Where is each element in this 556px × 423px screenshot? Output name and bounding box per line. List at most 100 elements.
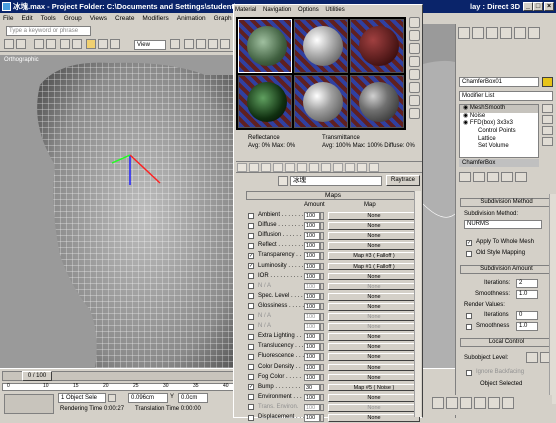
maps-scrollbar[interactable] [414, 191, 421, 417]
map-amount-field[interactable]: 100 [304, 252, 320, 260]
map-amount-field[interactable]: 100 [304, 212, 320, 220]
background-icon[interactable] [409, 43, 420, 54]
map-slot-button[interactable]: None [328, 343, 420, 352]
render-iterations-field[interactable]: 0 [516, 311, 538, 320]
map-amount-spinner[interactable] [320, 212, 324, 220]
utilities-tab-icon[interactable] [528, 27, 540, 39]
select-icon[interactable] [60, 39, 70, 49]
assign-material-icon[interactable] [261, 163, 271, 172]
maps-rollout-header[interactable]: Maps [246, 191, 420, 200]
maxscript-listener[interactable] [4, 394, 54, 414]
show-end-result-icon[interactable] [542, 137, 553, 146]
menu-utilities[interactable]: Utilities [325, 7, 344, 13]
minimize-button[interactable]: _ [523, 2, 533, 11]
reset-map-icon[interactable] [273, 163, 283, 172]
map-amount-field[interactable]: 100 [304, 353, 320, 361]
ignore-backfacing-checkbox[interactable] [466, 370, 472, 376]
mesh-object[interactable] [0, 55, 233, 368]
map-enable-checkbox[interactable] [248, 333, 254, 340]
scroll-up-icon[interactable] [542, 104, 553, 113]
menu-file[interactable]: File [3, 15, 13, 22]
map-slot-button[interactable]: None [328, 302, 420, 311]
lock-icon[interactable] [108, 394, 116, 402]
menu-views[interactable]: Views [90, 15, 107, 22]
sample-slot[interactable] [238, 19, 292, 73]
map-slot-button[interactable]: None [328, 323, 420, 331]
map-slot-button[interactable]: Map #5 ( Noise ) [328, 383, 420, 392]
map-enable-checkbox[interactable] [248, 313, 254, 320]
subdivision-amount-rollout[interactable]: Subdivision Amount [460, 265, 553, 274]
display-tab-icon[interactable] [514, 27, 526, 39]
map-slot-button[interactable]: None [328, 313, 420, 321]
map-enable-checkbox[interactable] [248, 232, 254, 239]
map-slot-button[interactable]: None [328, 212, 420, 220]
map-amount-field[interactable]: 100 [304, 232, 320, 240]
map-slot-button[interactable]: Map #3 ( Falloff ) [328, 252, 420, 261]
menu-create[interactable]: Create [115, 15, 135, 22]
map-amount-spinner[interactable] [320, 282, 324, 291]
map-enable-checkbox[interactable] [248, 343, 254, 350]
map-amount-field[interactable]: 100 [304, 313, 320, 321]
modify-tab-icon[interactable] [472, 27, 484, 39]
map-amount-field[interactable]: 30 [304, 383, 320, 392]
reference-coord-select[interactable]: View [134, 40, 166, 50]
go-forward-sibling-icon[interactable] [369, 163, 379, 172]
map-slot-button[interactable]: None [328, 373, 420, 382]
make-preview-icon[interactable] [409, 82, 420, 93]
sample-slot[interactable] [294, 19, 348, 73]
map-slot-button[interactable]: None [328, 242, 420, 251]
unlink-icon[interactable] [46, 39, 56, 49]
menu-animation[interactable]: Animation [177, 15, 206, 22]
scale-icon[interactable] [110, 39, 120, 49]
subdivision-method-select[interactable]: NURMS [464, 220, 542, 229]
snap-icon[interactable] [184, 39, 194, 49]
map-amount-field[interactable]: 100 [304, 323, 320, 331]
maximize-button[interactable]: □ [533, 2, 543, 11]
end-result-icon[interactable] [473, 172, 485, 182]
map-amount-spinner[interactable] [320, 343, 324, 351]
map-slot-button[interactable]: None [328, 222, 420, 230]
undo-icon[interactable] [4, 39, 14, 49]
map-enable-checkbox[interactable] [248, 404, 254, 411]
put-to-library-icon[interactable] [309, 163, 319, 172]
options-icon[interactable] [409, 95, 420, 106]
stack-item-lattice[interactable]: Lattice [460, 136, 538, 144]
object-name-field[interactable]: ChamferBox01 [459, 77, 539, 87]
menu-modifiers[interactable]: Modifiers [142, 15, 168, 22]
map-amount-field[interactable]: 100 [304, 262, 320, 270]
sample-slot[interactable] [238, 74, 292, 128]
map-amount-spinner[interactable] [320, 333, 324, 341]
scroll-down-icon[interactable] [542, 115, 553, 124]
pivot-icon[interactable] [170, 39, 180, 49]
map-amount-spinner[interactable] [320, 252, 324, 260]
menu-options[interactable]: Options [298, 7, 319, 13]
map-amount-spinner[interactable] [320, 292, 324, 301]
command-panel-scrollbar[interactable] [549, 194, 556, 404]
sample-slot[interactable] [294, 74, 348, 128]
map-amount-spinner[interactable] [320, 313, 324, 321]
render-smoothness-checkbox[interactable] [466, 324, 472, 330]
map-amount-field[interactable]: 100 [304, 292, 320, 301]
map-slot-button[interactable]: Map #1 ( Falloff ) [328, 262, 420, 271]
x-coordinate-field[interactable]: 0.096cm [128, 393, 168, 403]
map-amount-field[interactable]: 100 [304, 302, 320, 311]
map-amount-spinner[interactable] [320, 353, 324, 361]
map-amount-field[interactable]: 100 [304, 343, 320, 351]
pin-stack-icon[interactable] [542, 126, 553, 135]
go-to-parent-icon[interactable] [357, 163, 367, 172]
object-color-swatch[interactable] [542, 77, 553, 87]
pin-icon[interactable] [459, 172, 471, 182]
map-slot-button[interactable]: None [328, 292, 420, 301]
copy-material-icon[interactable] [285, 163, 295, 172]
close-button[interactable]: × [544, 2, 554, 11]
y-coordinate-field[interactable]: 0.0cm [178, 393, 208, 403]
stack-item-set-volume[interactable]: Set Volume [460, 143, 538, 151]
map-enable-checkbox[interactable] [248, 222, 254, 229]
map-slot-button[interactable]: None [328, 282, 420, 291]
map-amount-spinner[interactable] [320, 242, 324, 250]
map-slot-button[interactable]: None [328, 363, 420, 372]
map-amount-field[interactable]: 100 [304, 333, 320, 341]
map-enable-checkbox[interactable] [248, 374, 254, 381]
map-amount-field[interactable]: 100 [304, 363, 320, 371]
material-type-button[interactable]: Raytrace [386, 175, 420, 186]
